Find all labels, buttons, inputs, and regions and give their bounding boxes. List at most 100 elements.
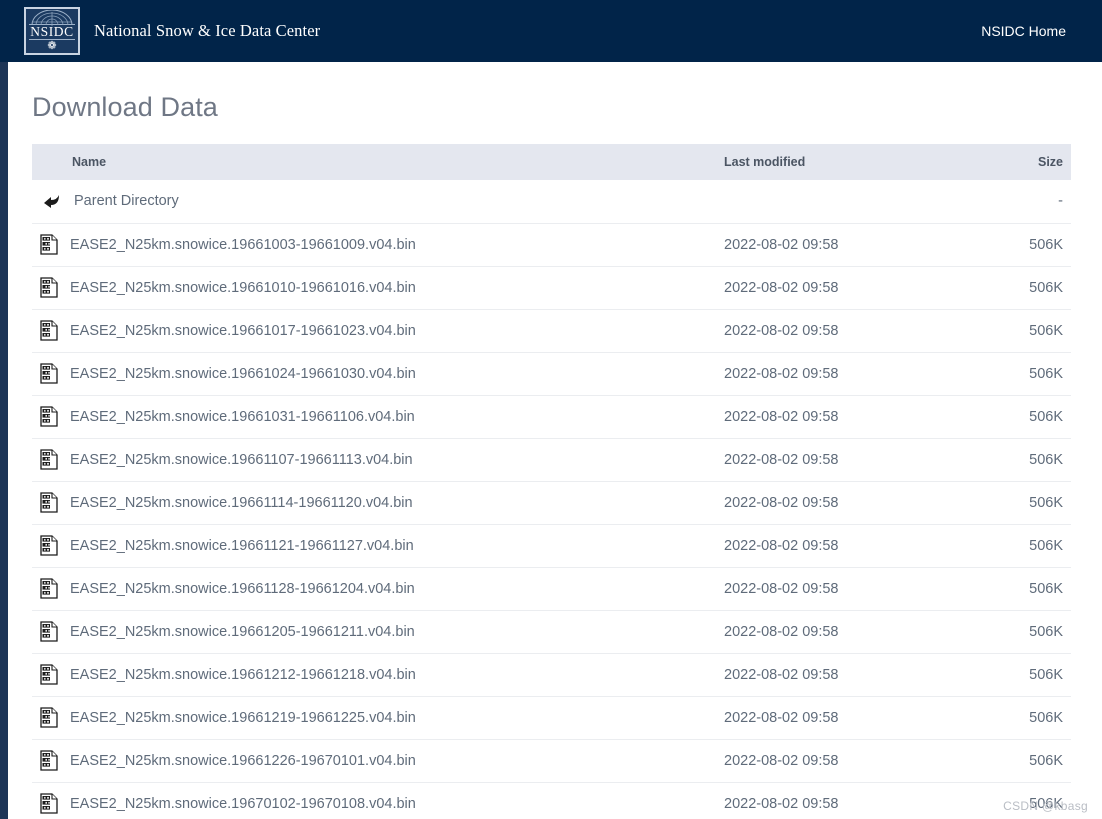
binary-file-icon — [40, 363, 58, 384]
cell-size: 506K — [980, 524, 1071, 568]
table-row[interactable]: EASE2_N25km.snowice.19661128-19661204.v0… — [32, 567, 1071, 611]
cell-size: 506K — [980, 739, 1071, 783]
name-wrap: EASE2_N25km.snowice.19661121-19661127.v0… — [40, 535, 692, 556]
cell-last-modified — [692, 180, 980, 224]
file-link[interactable]: EASE2_N25km.snowice.19661219-19661225.v0… — [70, 710, 416, 726]
name-wrap: Parent Directory — [40, 190, 692, 212]
back-arrow-icon — [44, 195, 59, 209]
name-wrap: EASE2_N25km.snowice.19661107-19661113.v0… — [40, 449, 692, 470]
table-row[interactable]: EASE2_N25km.snowice.19661017-19661023.v0… — [32, 309, 1071, 353]
cell-name: EASE2_N25km.snowice.19661212-19661218.v0… — [32, 653, 692, 697]
binary-file-icon — [40, 750, 58, 771]
name-wrap: EASE2_N25km.snowice.19670102-19670108.v0… — [40, 793, 692, 814]
binary-file-icon — [40, 664, 58, 685]
table-row[interactable]: EASE2_N25km.snowice.19661031-19661106.v0… — [32, 395, 1071, 439]
file-link[interactable]: EASE2_N25km.snowice.19661205-19661211.v0… — [70, 624, 415, 640]
binary-file-icon — [40, 234, 58, 255]
binary-file-icon — [40, 793, 58, 814]
table-row[interactable]: EASE2_N25km.snowice.19661219-19661225.v0… — [32, 696, 1071, 740]
name-wrap: EASE2_N25km.snowice.19661226-19670101.v0… — [40, 750, 692, 771]
left-rail — [0, 62, 8, 819]
column-header-name[interactable]: Name — [32, 144, 692, 180]
brand-title: National Snow & Ice Data Center — [94, 21, 321, 40]
file-link[interactable]: EASE2_N25km.snowice.19670102-19670108.v0… — [70, 796, 416, 812]
globe-icon — [31, 10, 73, 26]
file-link[interactable]: EASE2_N25km.snowice.19661226-19670101.v0… — [70, 753, 416, 769]
cell-last-modified: 2022-08-02 09:58 — [692, 352, 980, 396]
cell-size: 506K — [980, 653, 1071, 697]
cell-size: 506K — [980, 438, 1071, 482]
name-wrap: EASE2_N25km.snowice.19661205-19661211.v0… — [40, 621, 692, 642]
nsidc-home-link[interactable]: NSIDC Home — [981, 23, 1066, 39]
cell-last-modified: 2022-08-02 09:58 — [692, 266, 980, 310]
table-row[interactable]: EASE2_N25km.snowice.19661024-19661030.v0… — [32, 352, 1071, 396]
cell-name: EASE2_N25km.snowice.19661121-19661127.v0… — [32, 524, 692, 568]
cell-last-modified: 2022-08-02 09:58 — [692, 395, 980, 439]
nsidc-logo: NSIDC ❁ — [24, 7, 80, 55]
table-row[interactable]: EASE2_N25km.snowice.19661212-19661218.v0… — [32, 653, 1071, 697]
cell-size: 506K — [980, 352, 1071, 396]
binary-file-icon — [40, 707, 58, 728]
cell-name: EASE2_N25km.snowice.19670102-19670108.v0… — [32, 782, 692, 819]
cell-name: EASE2_N25km.snowice.19661017-19661023.v0… — [32, 309, 692, 353]
table-header-row: Name Last modified Size — [32, 144, 1071, 180]
name-wrap: EASE2_N25km.snowice.19661128-19661204.v0… — [40, 578, 692, 599]
cell-size: 506K — [980, 610, 1071, 654]
column-header-size[interactable]: Size — [980, 144, 1071, 180]
file-link[interactable]: EASE2_N25km.snowice.19661128-19661204.v0… — [70, 581, 415, 597]
cell-name: EASE2_N25km.snowice.19661128-19661204.v0… — [32, 567, 692, 611]
binary-file-icon — [40, 492, 58, 513]
file-link[interactable]: EASE2_N25km.snowice.19661114-19661120.v0… — [70, 495, 413, 511]
table-row[interactable]: EASE2_N25km.snowice.19670102-19670108.v0… — [32, 782, 1071, 819]
file-link[interactable]: EASE2_N25km.snowice.19661107-19661113.v0… — [70, 452, 413, 468]
content-area: Download Data Name Last modified Size Pa… — [8, 62, 1102, 819]
cell-last-modified: 2022-08-02 09:58 — [692, 481, 980, 525]
parent-directory-link[interactable]: Parent Directory — [74, 193, 179, 209]
file-link[interactable]: EASE2_N25km.snowice.19661010-19661016.v0… — [70, 280, 416, 296]
file-link[interactable]: EASE2_N25km.snowice.19661003-19661009.v0… — [70, 237, 416, 253]
snowflake-icon: ❁ — [47, 39, 57, 52]
table-body: Parent Directory - EASE2_N25km.snowice.196… — [32, 180, 1071, 819]
cell-last-modified: 2022-08-02 09:58 — [692, 739, 980, 783]
cell-last-modified: 2022-08-02 09:58 — [692, 610, 980, 654]
cell-last-modified: 2022-08-02 09:58 — [692, 567, 980, 611]
cell-name: EASE2_N25km.snowice.19661205-19661211.v0… — [32, 610, 692, 654]
file-link[interactable]: EASE2_N25km.snowice.19661031-19661106.v0… — [70, 409, 415, 425]
parent-directory-row[interactable]: Parent Directory - — [32, 180, 1071, 224]
file-link[interactable]: EASE2_N25km.snowice.19661121-19661127.v0… — [70, 538, 414, 554]
file-link[interactable]: EASE2_N25km.snowice.19661017-19661023.v0… — [70, 323, 416, 339]
table-row[interactable]: EASE2_N25km.snowice.19661205-19661211.v0… — [32, 610, 1071, 654]
cell-size: 506K — [980, 223, 1071, 267]
binary-file-icon — [40, 449, 58, 470]
table-row[interactable]: EASE2_N25km.snowice.19661121-19661127.v0… — [32, 524, 1071, 568]
cell-last-modified: 2022-08-02 09:58 — [692, 438, 980, 482]
cell-name: EASE2_N25km.snowice.19661107-19661113.v0… — [32, 438, 692, 482]
cell-name: EASE2_N25km.snowice.19661010-19661016.v0… — [32, 266, 692, 310]
table-row[interactable]: EASE2_N25km.snowice.19661003-19661009.v0… — [32, 223, 1071, 267]
cell-last-modified: 2022-08-02 09:58 — [692, 524, 980, 568]
file-link[interactable]: EASE2_N25km.snowice.19661024-19661030.v0… — [70, 366, 416, 382]
name-wrap: EASE2_N25km.snowice.19661010-19661016.v0… — [40, 277, 692, 298]
table-row[interactable]: EASE2_N25km.snowice.19661114-19661120.v0… — [32, 481, 1071, 525]
table-row[interactable]: EASE2_N25km.snowice.19661107-19661113.v0… — [32, 438, 1071, 482]
table-row[interactable]: EASE2_N25km.snowice.19661010-19661016.v0… — [32, 266, 1071, 310]
name-wrap: EASE2_N25km.snowice.19661031-19661106.v0… — [40, 406, 692, 427]
cell-size: 506K — [980, 696, 1071, 740]
cell-last-modified: 2022-08-02 09:58 — [692, 223, 980, 267]
column-header-last-modified[interactable]: Last modified — [692, 144, 980, 180]
cell-size: 506K — [980, 782, 1071, 819]
table-head: Name Last modified Size — [32, 144, 1071, 180]
cell-name: EASE2_N25km.snowice.19661219-19661225.v0… — [32, 696, 692, 740]
table-row[interactable]: EASE2_N25km.snowice.19661226-19670101.v0… — [32, 739, 1071, 783]
site-header: NSIDC ❁ National Snow & Ice Data Center … — [0, 0, 1102, 62]
cell-name: EASE2_N25km.snowice.19661003-19661009.v0… — [32, 223, 692, 267]
cell-size: 506K — [980, 266, 1071, 310]
cell-size: - — [980, 180, 1071, 224]
name-wrap: EASE2_N25km.snowice.19661024-19661030.v0… — [40, 363, 692, 384]
header-nav: NSIDC Home — [981, 23, 1066, 39]
file-link[interactable]: EASE2_N25km.snowice.19661212-19661218.v0… — [70, 667, 416, 683]
cell-name: Parent Directory — [32, 180, 692, 224]
name-wrap: EASE2_N25km.snowice.19661003-19661009.v0… — [40, 234, 692, 255]
cell-name: EASE2_N25km.snowice.19661226-19670101.v0… — [32, 739, 692, 783]
brand-link[interactable]: NSIDC ❁ National Snow & Ice Data Center — [24, 7, 320, 55]
